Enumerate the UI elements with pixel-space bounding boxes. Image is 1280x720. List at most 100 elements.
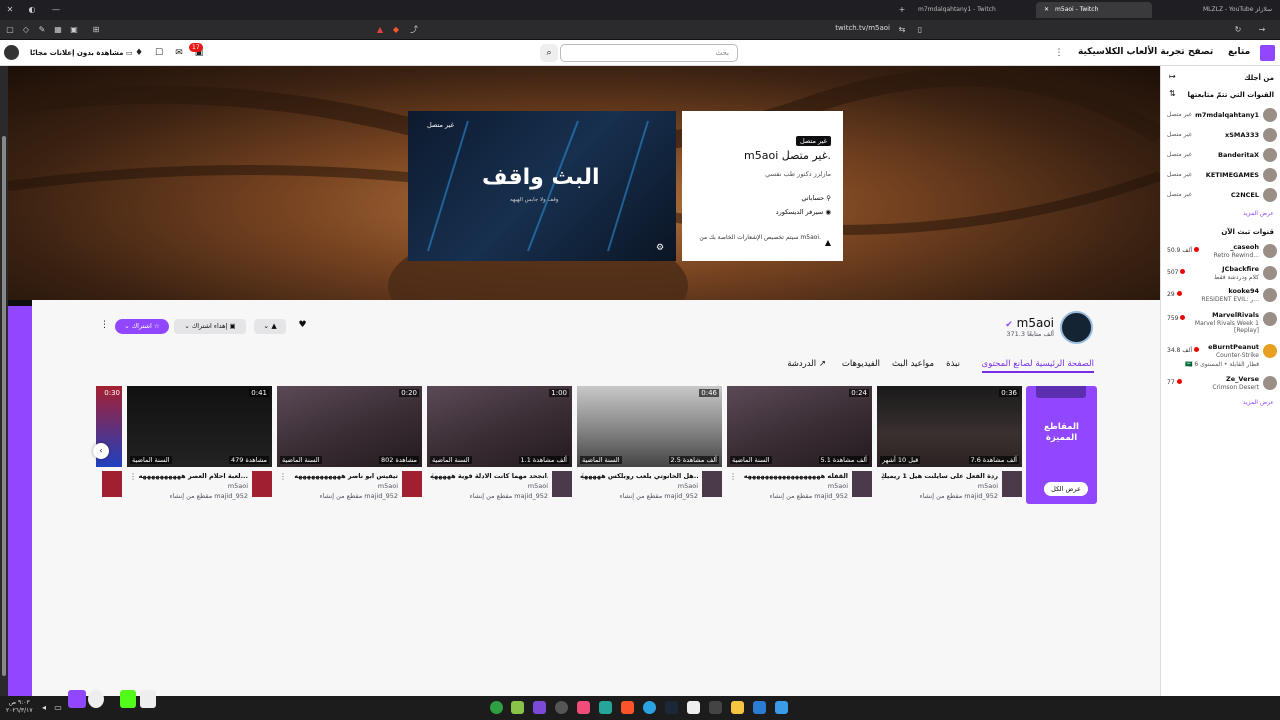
clip-channel-avatar[interactable] bbox=[102, 471, 122, 497]
clip-title[interactable]: انجحد مهما كانت الادلة قوية هههههه... bbox=[430, 472, 548, 480]
clip-title[interactable]: لعبة احلام العصر ههههههههههه... bbox=[130, 472, 248, 480]
clip-title[interactable]: هل الحانوتي يلعب روبلكس هههههه... bbox=[580, 472, 698, 480]
clip-channel[interactable]: m5aoi bbox=[378, 482, 398, 490]
clip-thumbnail[interactable]: 0:46 2.5 ألف مشاهدة السنة الماضية bbox=[577, 386, 722, 467]
notifications-toggle[interactable]: ⌄ ▲ bbox=[254, 319, 286, 334]
sidebar-item-ze-verse[interactable]: Ze_Verse Crimson Desert 77 bbox=[1161, 374, 1280, 394]
bell-icon[interactable]: ▲ bbox=[825, 238, 831, 247]
brave-shield-icon[interactable]: ◆ bbox=[390, 24, 402, 36]
tab-schedule[interactable]: مواعيد البث bbox=[892, 359, 934, 369]
user-avatar[interactable] bbox=[4, 45, 19, 60]
nav-browse[interactable]: تصفح bbox=[1188, 47, 1213, 57]
scrollbar-thumb[interactable] bbox=[2, 136, 6, 676]
sidebar-item-eburntpeanut[interactable]: eBurntPeanut Counter-Strike 34.8 ألف bbox=[1161, 342, 1280, 362]
view-all-button[interactable]: عرض الكل bbox=[1044, 482, 1088, 496]
sort-icon[interactable]: ⇅ bbox=[1169, 89, 1176, 98]
whispers-icon[interactable]: ☐ bbox=[152, 46, 166, 60]
kick-tray-icon[interactable] bbox=[120, 690, 136, 708]
app-tray-icon[interactable] bbox=[140, 690, 156, 708]
telegram-icon[interactable] bbox=[643, 701, 656, 714]
clip-channel-avatar[interactable] bbox=[1002, 471, 1022, 497]
link-accounts[interactable]: حساباتي ⚲ bbox=[801, 194, 831, 202]
app-icon[interactable] bbox=[599, 701, 612, 714]
tab-m7mdalqahtany1[interactable]: m7mdalqahtany1 - Twitch bbox=[910, 2, 1020, 18]
clip-more-icon[interactable]: ⋮ bbox=[129, 472, 137, 481]
bookmark-icon[interactable]: ▯ bbox=[914, 24, 926, 36]
crown-icon[interactable]: ♦ bbox=[132, 46, 146, 60]
clip-thumbnail[interactable]: 0:20 802 مشاهدة السنة الماضية bbox=[277, 386, 422, 467]
clip-channel-avatar[interactable] bbox=[852, 471, 872, 497]
clip-channel[interactable]: m5aoi bbox=[528, 482, 548, 490]
gift-sub-button[interactable]: ⌄ إهداء اشتراك ▣ bbox=[174, 319, 246, 334]
show-more-followed[interactable]: عرض المزيد bbox=[1243, 210, 1274, 217]
sidebar-item-qitar[interactable]: 🇸🇦 قطار القايلة • المستوى 6 bbox=[1161, 360, 1280, 372]
sidebar-item-kooke94[interactable]: kooke94 RESIDENT EVIL: ر... 29 bbox=[1161, 286, 1280, 306]
clip-thumbnail[interactable]: 1:00 1.1 ألف مشاهدة السنة الماضية bbox=[427, 386, 572, 467]
sidebar-item-jcbackfire[interactable]: JCbackfire كلام ودردشة فقط 507 bbox=[1161, 264, 1280, 284]
tab-youtube[interactable]: MLZLZ - YouTube سلازلز bbox=[1160, 2, 1280, 18]
follow-heart-icon[interactable]: ♥ bbox=[295, 320, 310, 334]
app-icon[interactable] bbox=[577, 701, 590, 714]
clip-channel-avatar[interactable] bbox=[252, 471, 272, 497]
minecraft-icon[interactable] bbox=[511, 701, 524, 714]
sidebar-item-caseoh[interactable]: _caseoh Retro Rewind... 50.9 ألف bbox=[1161, 242, 1280, 262]
app-icon[interactable] bbox=[533, 701, 546, 714]
channel-name[interactable]: ✔ m5aoi bbox=[1005, 316, 1054, 330]
steam-icon[interactable] bbox=[665, 701, 678, 714]
brave-rewards-icon[interactable]: ▲ bbox=[374, 24, 386, 36]
clip-channel-avatar[interactable] bbox=[702, 471, 722, 497]
clip-channel-avatar[interactable] bbox=[552, 471, 572, 497]
network-icon[interactable]: ▭ bbox=[52, 702, 64, 714]
sidebar-item-m7mdalqahtany1[interactable]: m7mdalqahtany1 غير متصل bbox=[1161, 106, 1280, 126]
subscribe-button[interactable]: ⌄ اشتراك ☆ bbox=[115, 319, 169, 334]
sidebar-item-c2ncel[interactable]: C2NCEL غير متصل bbox=[1161, 186, 1280, 206]
link-discord[interactable]: سيرفر الديسكورد ◉ bbox=[776, 208, 831, 216]
clip-channel[interactable]: m5aoi bbox=[228, 482, 248, 490]
clip-channel[interactable]: m5aoi bbox=[978, 482, 998, 490]
clip-thumbnail[interactable]: 0:41 479 مشاهدة السنة الماضية bbox=[127, 386, 272, 467]
tab-creator-home[interactable]: الصفحة الرئيسية لصانع المحتوى bbox=[981, 359, 1094, 373]
clock[interactable]: ٩:٠٣ ص ٢٠٢٦/٣/١٧ bbox=[6, 699, 33, 715]
search-button[interactable]: ⌕ bbox=[540, 44, 558, 62]
clip-thumbnail[interactable]: 0:24 5.1 ألف مشاهدة السنة الماضية bbox=[727, 386, 872, 467]
xbox-icon[interactable] bbox=[490, 701, 503, 714]
clip-title[interactable]: تيفيس ابو ناصر هههههههههههه bbox=[280, 472, 398, 480]
windows-start-icon[interactable] bbox=[775, 701, 788, 714]
twitch-tray-icon[interactable] bbox=[68, 690, 86, 708]
tab-videos[interactable]: الفيديوهات bbox=[842, 359, 880, 369]
clip-title[interactable]: القفله ههههههههههههههههههه bbox=[730, 472, 848, 480]
extensions-icon[interactable]: ✎ bbox=[36, 24, 48, 36]
clip-title[interactable]: ردة الفعل على سايلنت هيل 1 ريميك bbox=[880, 472, 998, 480]
clip-thumbnail[interactable]: 0:36 7.6 ألف مشاهدة قبل 10 أشهر bbox=[877, 386, 1022, 467]
reload-icon[interactable]: ↻ bbox=[1232, 24, 1244, 36]
brave-icon[interactable] bbox=[621, 701, 634, 714]
show-more-live[interactable]: عرض المزيد bbox=[1243, 399, 1274, 406]
featured-clips-card[interactable]: المقاطع المميزة عرض الكل bbox=[1026, 386, 1097, 504]
minimize-icon[interactable]: — bbox=[50, 4, 62, 16]
tab-m5aoi[interactable]: ✕ m5aoi - Twitch bbox=[1036, 2, 1152, 18]
clip-more-icon[interactable]: ⋮ bbox=[579, 472, 587, 481]
back-icon[interactable]: → bbox=[1256, 24, 1268, 36]
shield-icon[interactable]: ◇ bbox=[20, 24, 32, 36]
share-icon[interactable]: ⤴ bbox=[408, 24, 420, 36]
sidebar-toggle-icon[interactable]: ▢ bbox=[4, 24, 16, 36]
app-icon[interactable] bbox=[753, 701, 766, 714]
app-tray-icon[interactable] bbox=[88, 690, 104, 708]
volume-icon[interactable]: ◂ bbox=[38, 702, 50, 714]
tab-close-icon[interactable]: ✕ bbox=[1044, 6, 1049, 13]
twitch-logo-icon[interactable] bbox=[1260, 45, 1275, 61]
collapse-sidebar-icon[interactable]: ↦ bbox=[1169, 72, 1176, 81]
more-options-icon[interactable]: ⋮ bbox=[1052, 46, 1066, 60]
obs-icon[interactable] bbox=[555, 701, 568, 714]
reader-icon[interactable]: ▣ bbox=[68, 24, 80, 36]
split-view-icon[interactable]: ▦ bbox=[52, 24, 64, 36]
channel-avatar[interactable] bbox=[1060, 311, 1093, 344]
sidebar-item-ketimegames[interactable]: KETIMEGAMES غير متصل bbox=[1161, 166, 1280, 186]
file-explorer-icon[interactable] bbox=[731, 701, 744, 714]
clip-more-icon[interactable]: ⋮ bbox=[429, 472, 437, 481]
bookmark-manager-icon[interactable]: ⊞ bbox=[90, 24, 102, 36]
tab-about[interactable]: نبذة bbox=[946, 359, 960, 369]
url-field[interactable]: twitch.tv/m5aoi bbox=[780, 24, 890, 32]
app-icon[interactable] bbox=[709, 701, 722, 714]
tab-chat[interactable]: الدردشة ↗ bbox=[787, 359, 826, 369]
